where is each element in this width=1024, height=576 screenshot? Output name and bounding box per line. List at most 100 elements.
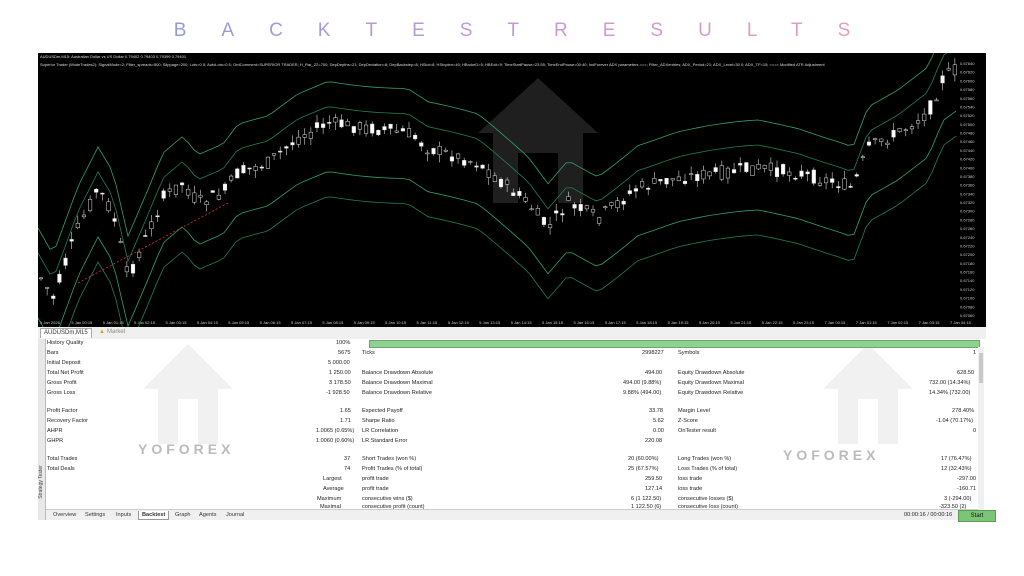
candle-body	[928, 100, 933, 115]
candle-body	[364, 124, 369, 134]
candle-body	[652, 178, 657, 184]
price-axis-label: 0.67480	[960, 131, 975, 136]
price-chart[interactable]: 0.67640 0.67620 0.67600 0.67580 0.67560 0.675…	[38, 53, 986, 327]
candle-body	[529, 208, 534, 211]
largest-profit-value: 259.50	[645, 476, 663, 482]
candle-body	[646, 187, 651, 190]
edm-value: 732.00 (14.34%)	[929, 380, 971, 386]
candle-body	[793, 177, 798, 180]
candle-body	[302, 134, 307, 138]
ticks-label: Ticks	[362, 350, 375, 356]
candle-body	[701, 169, 706, 180]
candle-body	[321, 123, 326, 128]
tab-overview[interactable]: Overview	[50, 511, 79, 519]
candle-body	[112, 218, 117, 222]
candle-body	[873, 138, 878, 140]
candle-body	[609, 202, 614, 206]
candle-body	[897, 128, 902, 132]
price-axis-label: 0.67140	[960, 278, 975, 283]
price-axis-label: 0.67380	[960, 174, 975, 179]
price-axis-label: 0.67640	[960, 61, 975, 66]
candle-body	[903, 129, 908, 131]
row-history-quality: History Quality 100%	[46, 339, 980, 348]
candle-body	[548, 224, 553, 229]
loss-trades-label: Loss Trades (% of total)	[678, 466, 738, 472]
results-scrollbar-thumb[interactable]	[979, 353, 983, 383]
chart-window[interactable]: 0.67640 0.67620 0.67600 0.67580 0.67560 0.675…	[38, 53, 986, 327]
candle-body	[707, 171, 712, 177]
candle-body	[891, 130, 896, 138]
ontester-label: OnTester result	[678, 428, 716, 434]
margin-level-value: 278.40%	[952, 408, 975, 414]
price-axis-label: 0.67460	[960, 139, 975, 144]
candle-body	[909, 126, 914, 130]
expected-payoff-label: Expected Payoff	[362, 408, 403, 414]
price-axis-label: 0.67060	[960, 313, 975, 318]
tab-settings[interactable]: Settings	[82, 511, 108, 519]
trade-line	[77, 202, 229, 284]
candle-body	[811, 169, 816, 184]
tab-inputs[interactable]: Inputs	[113, 511, 134, 519]
time-axis-label: 5 Jan 02:15	[134, 320, 156, 325]
symbols-label: Symbols	[678, 350, 700, 356]
largest-loss-label: loss trade	[678, 476, 703, 482]
row-gross-loss: Gross Loss -1 928.50 Balance Drawdown Re…	[46, 389, 976, 397]
tab-journal[interactable]: Journal	[223, 511, 247, 519]
time-axis-label: 5 Jan 09:15	[354, 320, 376, 325]
edr-value: 14.34% (732.00)	[929, 390, 971, 396]
history-quality-value: 100%	[336, 340, 351, 346]
symbols-value: 1	[973, 350, 977, 356]
bda-value: 494.00	[645, 370, 663, 376]
candle-body	[406, 128, 412, 138]
candle-body	[885, 142, 890, 145]
candle-body	[554, 210, 559, 214]
candle-body	[167, 188, 172, 192]
tab-backtest[interactable]: Backtest	[138, 511, 170, 520]
row-net-profit: Total Net Profit 1 250.00 Balance Drawdo…	[46, 369, 976, 377]
candle-body	[333, 117, 338, 123]
start-button[interactable]: Start	[958, 510, 996, 522]
candle-body	[670, 178, 675, 181]
time-axis-label: 5 Jan 04:15	[197, 320, 219, 325]
time-axis-label: 5 Jan 16:15	[573, 320, 595, 325]
ahpr-value: 1.0065 (0.65%)	[316, 428, 355, 434]
candle-body	[88, 199, 93, 211]
bdr-value: 9.88% (494.00)	[623, 390, 662, 396]
candle-body	[161, 190, 166, 199]
price-axis-label: 0.67500	[960, 122, 975, 127]
max-wins-value: 6 (1 122.50)	[631, 496, 662, 502]
net-profit-value: 1 250.00	[329, 370, 351, 376]
lr-corr-label: LR Correlation	[362, 428, 399, 434]
candle-body	[830, 178, 835, 183]
ghpr-label: GHPR	[47, 438, 64, 444]
time-axis-label: 5 Jan 2026	[40, 320, 61, 325]
time-axis-label: 5 Jan 21:15	[730, 320, 752, 325]
chart-tab-audusdm[interactable]: AUDUSDm,M15	[40, 328, 92, 338]
candle-body	[922, 113, 927, 122]
candle-body	[523, 197, 528, 202]
time-axis-label: 5 Jan 14:15	[511, 320, 533, 325]
ticks-value: 2998227	[642, 350, 664, 356]
candle-body	[345, 121, 350, 127]
candle-body	[284, 146, 289, 149]
candle-body	[314, 122, 320, 128]
price-axis-label: 0.67260	[960, 226, 975, 231]
tab-agents[interactable]: Agents	[196, 511, 219, 519]
tab-graph[interactable]: Graph	[172, 511, 194, 519]
chart-tab-market[interactable]: Market	[104, 328, 128, 337]
max-losses-value: 3 (-294.00)	[944, 496, 972, 502]
candle-body	[192, 192, 197, 203]
profit-factor-label: Profit Factor	[47, 408, 78, 414]
candle-body	[413, 135, 418, 140]
expected-payoff-value: 33.78	[649, 408, 663, 414]
eda-label: Equity Drawdown Absolute	[678, 370, 745, 376]
lr-corr-value: 0.00	[653, 428, 664, 434]
price-axis-label: 0.67340	[960, 191, 975, 196]
candle-body	[578, 204, 583, 211]
time-axis-label: 7 Jan 00:15	[824, 320, 846, 325]
backtest-results-table: History Quality 100% Bars 5675 Ticks 299…	[46, 339, 980, 510]
candle-body	[916, 120, 921, 124]
banner-title: BACKTESTRESULTS	[0, 20, 1024, 42]
candle-body	[480, 164, 485, 169]
candle-body	[744, 162, 749, 172]
